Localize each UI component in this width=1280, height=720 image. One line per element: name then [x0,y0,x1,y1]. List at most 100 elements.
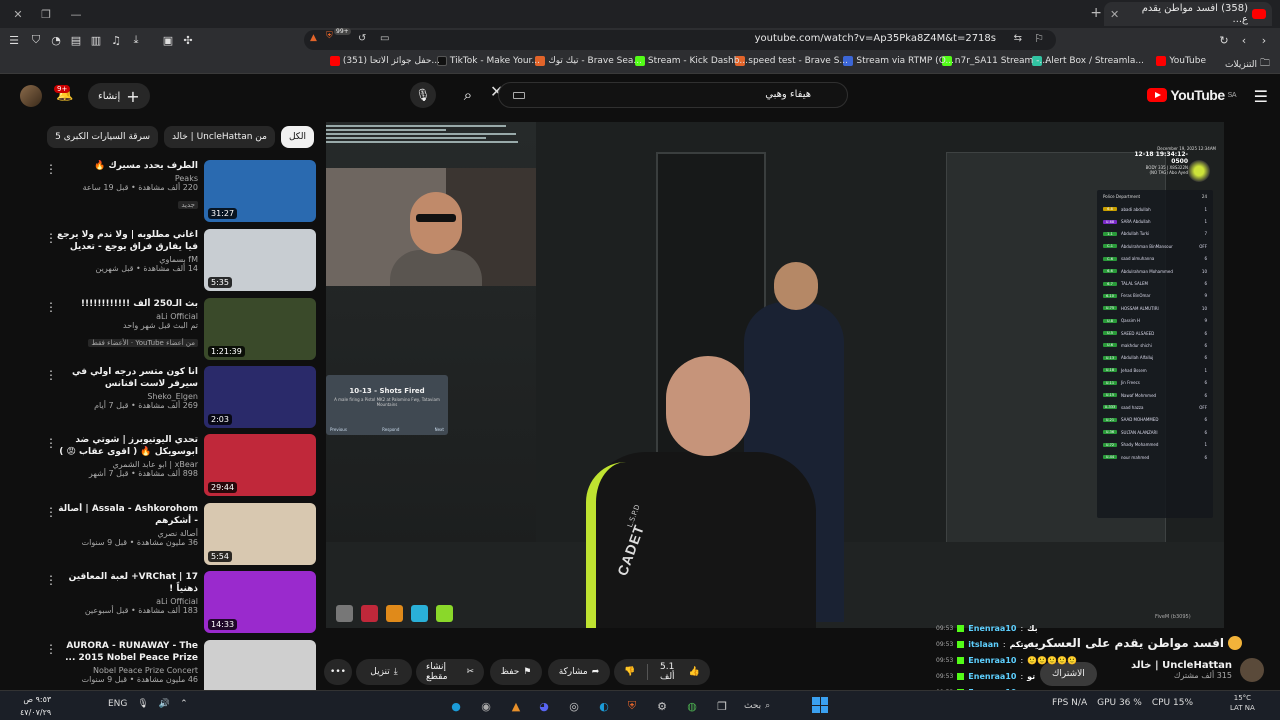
like-icon[interactable]: 👍 [689,667,700,677]
related-video-title[interactable]: بث الـ250 ألف !!!!!!!!!!!! [52,298,198,310]
related-video-channel[interactable]: aLi Official [52,312,198,321]
channel-avatar[interactable] [1240,658,1264,682]
menu-icon[interactable]: ☰ [6,32,22,48]
volume-icon[interactable]: 🔊 [159,699,170,709]
sidebar-icon[interactable]: ▥ [88,32,104,48]
keyboard-icon[interactable] [513,92,525,99]
brave-rewards-icon[interactable]: ▲ [310,33,317,43]
share-icon[interactable]: ↺ [358,33,366,44]
search-icon[interactable]: ⌕ [450,82,486,108]
forward-icon[interactable]: › [1256,32,1272,48]
avatar[interactable] [20,85,42,107]
related-video-thumbnail[interactable]: 5:54 [204,503,316,565]
related-video-thumbnail[interactable]: 2:03 [204,366,316,428]
microphone-icon[interactable]: 🎙 [410,82,436,108]
brave-shields-icon[interactable]: ⛨ [326,31,333,41]
related-video-title[interactable]: اغاني مطلوبه | ولا ندم ولا يرجع فيا يفار… [52,229,198,253]
related-video-channel[interactable]: أصالة نصري [52,529,198,538]
tabs-icon[interactable]: ▤ [68,32,84,48]
language-indicator[interactable]: ENG [108,699,127,709]
share-button[interactable]: مشاركة ➦ [548,659,610,685]
create-button[interactable]: إنشاء + [88,83,150,109]
related-video-item[interactable]: ⋮ بث الـ250 ألف !!!!!!!!!!!! aLi Official ت… [44,298,316,360]
related-video-item[interactable]: ⋮ انا كون متسر درجه اولي في سيرفر لاست اف… [44,366,316,428]
youtube-logo[interactable]: YouTube SA [1147,87,1237,103]
new-tab-button[interactable]: + [1090,5,1102,21]
related-video-thumbnail[interactable]: 5:35 [204,229,316,291]
chip-from-channel[interactable]: من UncleHattan | خالد [164,126,275,148]
related-video-thumbnail[interactable]: 14:33 [204,571,316,633]
dislike-icon[interactable]: 👎 [624,667,635,677]
back-icon[interactable]: ‹ [1236,32,1252,48]
extensions-icon[interactable]: ✣ [180,32,196,48]
related-video-item[interactable]: ⋮ VRChat | 17+ لعبة المعاقين ذهنياً ! aLi … [44,571,316,633]
music-icon[interactable]: ♫ [108,32,124,48]
related-video-title[interactable]: انا كون متسر درجه اولي في سيرفر لاست افن… [52,366,198,390]
hamburger-menu-icon[interactable]: ☰ [1254,87,1268,106]
related-video-channel[interactable]: Sheko_Elgen [52,392,198,401]
taskbar-search[interactable]: بحث ⌕ [744,696,800,716]
screenshot-icon[interactable]: ▣ [160,32,176,48]
bookmark-item[interactable]: TikTok - Make Your... [436,56,540,66]
bookmark-item[interactable]: Stream via RTMP (O... [843,56,954,66]
shield-icon[interactable]: ⛉ [28,32,44,48]
related-video-thumbnail[interactable]: 1:21:39 [204,298,316,360]
bookmark-item[interactable]: تيك توك - Brave Sea... [535,56,642,66]
bookmark-item[interactable]: التنزيلات 🗀 [1225,56,1270,73]
reload-icon[interactable]: ↻ [1216,32,1232,48]
related-video-title[interactable]: Assala - Ashkorohom | أصالة - أشكرهم [52,503,198,527]
close-tab-icon[interactable]: ✕ [1110,8,1119,21]
browser-tab-active[interactable]: (358) افسد مواطن يقدم ع... ✕ [1104,2,1272,26]
chip-all[interactable]: الكل [280,126,314,148]
download-button[interactable]: تنزيل ⤓ [356,659,412,685]
related-video-channel[interactable]: Peaks [52,174,198,183]
related-video-item[interactable]: ⋮ الطرف يحدد مسيرك 🔥 Peaks 220 ألف مشاهدة •… [44,160,316,222]
chrome-icon[interactable]: ◍ [682,696,702,716]
clock[interactable]: ٩:٥٣ ص ٤٧/٠٧/٢٩ [20,693,51,719]
related-video-item[interactable]: ⋮ اغاني مطلوبه | ولا ندم ولا يرجع فيا يفا… [44,229,316,291]
address-bar[interactable]: ▲ ⛨ 99+ ↺ ▭ youtube.com/watch?v=Ap35Pka8… [304,28,1056,50]
weather-widget[interactable]: 15°C LAT NA [1230,693,1255,713]
xbox-icon[interactable]: ◎ [564,696,584,716]
clip-button[interactable]: إنشاء مقطع ✂ [416,659,484,685]
tray-chevron-icon[interactable]: ⌃ [180,699,188,709]
related-video-item[interactable]: ⋮ تحدي اليوتيوبرز | شوتي ضد ابوسويكل 🔥 ( … [44,434,316,496]
streamlabs-app-icon[interactable]: ▲ [506,696,526,716]
steam-app-icon[interactable]: ◐ [594,696,614,716]
search-input[interactable]: هيفاء وهبي [498,82,848,108]
history-icon[interactable]: ◔ [48,32,64,48]
save-button[interactable]: حفظ ⚑ [490,659,542,685]
related-video-channel[interactable]: xBear | ابو عابد الشمري [52,460,198,469]
related-video-channel[interactable]: Nobel Peace Prize Concert [52,666,198,675]
download-icon[interactable]: ⤓ [128,32,144,48]
minimize-window-icon[interactable]: — [58,0,94,28]
site-settings-icon[interactable]: ⇆ [1014,33,1022,44]
related-video-title[interactable]: AURORA - RUNAWAY - The 2015 Nobel Peace … [52,640,198,664]
brave-taskbar-icon[interactable]: ⛨ [622,696,642,716]
bookmark-item[interactable]: (351) حفل جوائز الاتحا... [329,56,440,66]
obs-icon[interactable]: ◉ [476,696,496,716]
related-video-channel[interactable]: aLi Official [52,597,198,606]
related-video-thumbnail[interactable]: 29:44 [204,434,316,496]
related-video-title[interactable]: VRChat | 17+ لعبة المعاقين ذهنياً ! [52,571,198,595]
settings-icon[interactable]: ⚙ [652,696,672,716]
related-video-thumbnail[interactable]: 31:27 [204,160,316,222]
bookmark-item[interactable]: Alert Box / Streamla... [1032,56,1144,66]
bookmark-item[interactable]: Stream - Kick Dashb... [634,56,748,66]
related-video-title[interactable]: تحدي اليوتيوبرز | شوتي ضد ابوسويكل 🔥 ( ا… [52,434,198,458]
bookmark-item[interactable]: YouTube [1156,56,1206,66]
related-video-channel[interactable]: fM بسماوي [52,255,198,264]
start-windows-icon[interactable] [812,697,828,713]
related-video-title[interactable]: الطرف يحدد مسيرك 🔥 [52,160,198,172]
cast-icon[interactable]: ▭ [380,33,389,44]
chip-gta5[interactable]: سرقة السيارات الكبرى 5 [47,126,159,148]
bookmark-item[interactable]: speed test - Brave S... [735,56,848,66]
steam-icon[interactable]: ● [446,696,466,716]
discord-icon[interactable]: ◕ [534,696,554,716]
mic-tray-icon[interactable]: 🎙 [137,699,148,709]
related-video-item[interactable]: ⋮ Assala - Ashkorohom | أصالة - أشكرهم أصا… [44,503,316,565]
task-view-icon[interactable]: ❐ [712,696,732,716]
bookmark-item[interactable]: n7r_SA11 Stream -... [941,56,1048,66]
more-actions-button[interactable]: ••• [324,659,352,685]
bookmark-icon[interactable]: ⚐ [1034,32,1044,45]
